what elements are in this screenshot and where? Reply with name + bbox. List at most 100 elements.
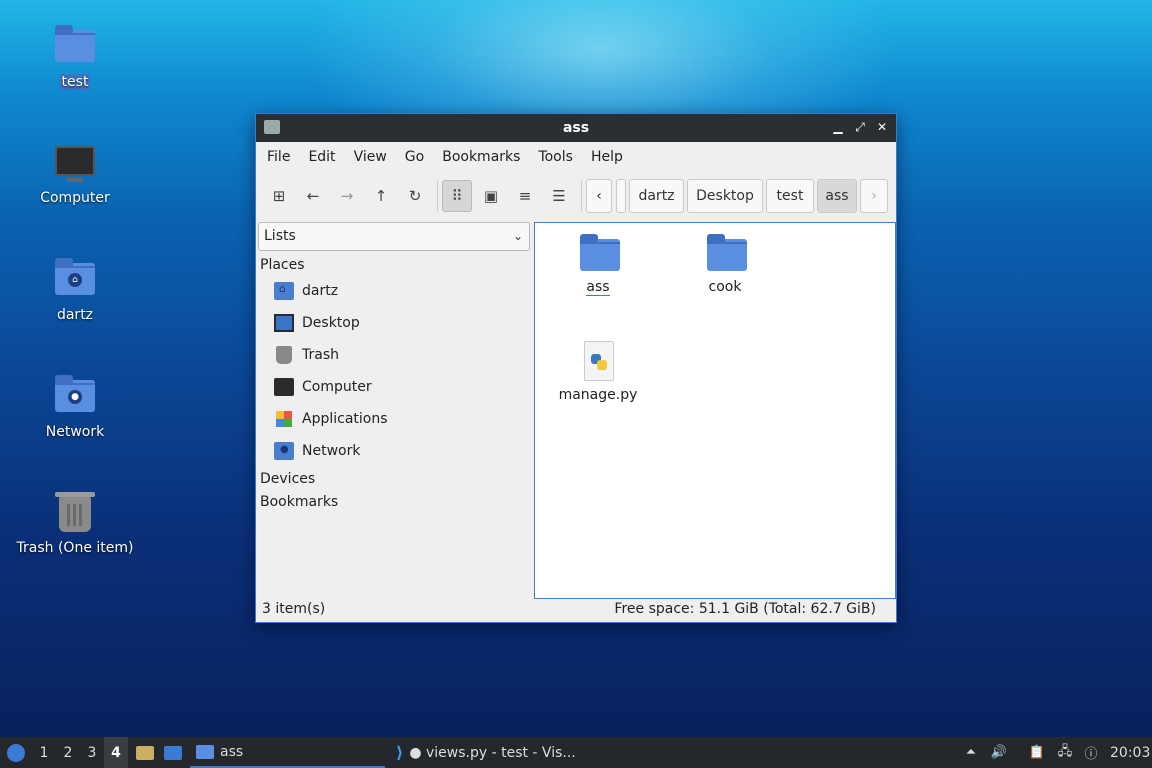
task-button-ass[interactable]: ass <box>190 737 385 768</box>
title-bar[interactable]: ass ▁ ⤢ ✕ <box>256 114 896 142</box>
desktop-icon-label: Trash (One item) <box>16 540 134 556</box>
sidebar-item-label: Computer <box>302 379 372 395</box>
home-folder-icon: ⌂ <box>51 255 99 303</box>
python-file-icon <box>576 339 620 383</box>
status-bar: 3 item(s) Free space: 51.1 GiB (Total: 6… <box>256 598 896 622</box>
sidebar-item-applications[interactable]: Applications <box>258 403 530 435</box>
sidebar-item-desktop[interactable]: Desktop <box>258 307 530 339</box>
sidebar-item-computer[interactable]: Computer <box>258 371 530 403</box>
file-view[interactable]: ass cook manage.py <box>534 222 896 599</box>
file-manager-launcher-icon <box>136 745 154 760</box>
task-label: ● views.py - test - Vis... <box>409 744 576 761</box>
sidebar-item-dartz[interactable]: dartz <box>258 275 530 307</box>
menu-file[interactable]: File <box>260 149 297 165</box>
workspace-4[interactable]: 4 <box>104 737 128 768</box>
reload-icon[interactable]: ↻ <box>400 180 430 212</box>
folder-icon <box>576 231 620 275</box>
file-manager-window: ass ▁ ⤢ ✕ File Edit View Go Bookmarks To… <box>255 113 897 623</box>
sidebar-item-label: Trash <box>302 347 339 363</box>
sidebar-item-network[interactable]: Network <box>258 435 530 467</box>
thumbnail-view-icon[interactable]: ▣ <box>476 180 506 212</box>
network-tray-icon[interactable]: 🖧 <box>1056 737 1074 768</box>
menu-go[interactable]: Go <box>398 149 431 165</box>
sidebar: Lists ⌄ Places dartz Desktop Trash Compu… <box>258 222 530 598</box>
toolbar-separator <box>437 180 438 212</box>
menu-edit[interactable]: Edit <box>301 149 342 165</box>
applications-icon <box>276 411 292 427</box>
menu-bookmarks[interactable]: Bookmarks <box>435 149 527 165</box>
file-item-ass[interactable]: ass <box>543 231 653 296</box>
breadcrumb-next-button[interactable]: › <box>860 179 888 213</box>
desktop-icon-test[interactable]: test <box>10 22 140 90</box>
task-label: ass <box>220 743 244 760</box>
home-folder-icon <box>274 282 294 300</box>
breadcrumb-prev-button[interactable]: ‹ <box>586 179 612 213</box>
icon-view-icon[interactable]: ⠿ <box>442 180 472 212</box>
chevron-down-icon: ⌄ <box>512 229 523 243</box>
sidebar-item-label: Desktop <box>302 315 360 331</box>
new-tab-icon[interactable]: ⊞ <box>264 180 294 212</box>
volume-icon[interactable]: 🔊 <box>990 737 1008 768</box>
toolbar: ⊞ ← → ↑ ↻ ⠿ ▣ ≡ ☰ ‹ dartz Desktop test a… <box>256 172 896 218</box>
file-item-manage-py[interactable]: manage.py <box>543 339 653 403</box>
menu-help[interactable]: Help <box>584 149 630 165</box>
side-pane-mode-select[interactable]: Lists ⌄ <box>258 222 530 251</box>
computer-icon <box>274 378 294 396</box>
places-header[interactable]: Places <box>258 257 530 275</box>
tray-up-icon[interactable]: ⏶ <box>962 737 980 768</box>
toolbar-separator <box>581 180 582 212</box>
workspace-2[interactable]: 2 <box>56 737 80 768</box>
close-button[interactable]: ✕ <box>874 119 890 135</box>
maximize-button[interactable]: ⤢ <box>852 119 868 135</box>
sidebar-item-trash[interactable]: Trash <box>258 339 530 371</box>
taskbar: 1 2 3 4 ass ⟩ ● views.py - test - Vis...… <box>0 737 1152 768</box>
devices-header[interactable]: Devices <box>258 471 530 489</box>
desktop-icon-network[interactable]: ● Network <box>10 372 140 440</box>
desktop-icon-dartz[interactable]: ⌂ dartz <box>10 255 140 323</box>
breadcrumb-ass[interactable]: ass <box>817 179 857 213</box>
desktop-icon-trash[interactable]: Trash (One item) <box>10 488 140 556</box>
trash-icon <box>51 488 99 536</box>
back-arrow-icon[interactable]: ← <box>298 180 328 212</box>
side-pane-mode-value: Lists <box>264 228 296 244</box>
menu-tools[interactable]: Tools <box>531 149 580 165</box>
start-menu-button[interactable] <box>4 737 28 768</box>
forward-arrow-icon[interactable]: → <box>332 180 362 212</box>
desktop-icon-computer[interactable]: Computer <box>10 138 140 206</box>
network-folder-icon: ● <box>51 372 99 420</box>
network-folder-icon <box>274 442 294 460</box>
menu-bar: File Edit View Go Bookmarks Tools Help <box>256 142 896 172</box>
folder-icon <box>51 22 99 70</box>
breadcrumb-overflow[interactable] <box>616 179 626 213</box>
update-notification-icon[interactable]: ⓘ <box>1082 737 1100 768</box>
bookmarks-header[interactable]: Bookmarks <box>258 494 530 512</box>
sidebar-item-label: Applications <box>302 411 388 427</box>
app-menu-icon <box>7 743 25 762</box>
detailed-list-view-icon[interactable]: ☰ <box>544 180 574 212</box>
show-desktop-button[interactable] <box>134 737 156 768</box>
workspace-1[interactable]: 1 <box>32 737 56 768</box>
breadcrumb-dartz[interactable]: dartz <box>629 179 684 213</box>
workspace-3[interactable]: 3 <box>80 737 104 768</box>
trash-icon <box>276 346 292 364</box>
breadcrumb-desktop[interactable]: Desktop <box>687 179 763 213</box>
clock[interactable]: 20:03 <box>1110 737 1150 768</box>
file-item-cook[interactable]: cook <box>670 231 780 295</box>
menu-view[interactable]: View <box>347 149 394 165</box>
compact-view-icon[interactable]: ≡ <box>510 180 540 212</box>
task-button-vscode[interactable]: ⟩ ● views.py - test - Vis... <box>390 737 590 768</box>
desktop-icon-label: test <box>59 74 91 90</box>
breadcrumb-test[interactable]: test <box>766 179 814 213</box>
sidebar-item-label: dartz <box>302 283 339 299</box>
computer-icon <box>51 138 99 186</box>
clipboard-icon[interactable]: 📋 <box>1028 737 1046 768</box>
vscode-icon: ⟩ <box>396 743 404 762</box>
desktop-icon <box>274 314 294 332</box>
desktop-launcher-button[interactable] <box>162 737 184 768</box>
minimize-button[interactable]: ▁ <box>830 119 846 135</box>
up-arrow-icon[interactable]: ↑ <box>366 180 396 212</box>
desktop-icon-label: Computer <box>40 190 110 206</box>
desktop-icon-label: Network <box>45 424 105 440</box>
file-name: manage.py <box>558 387 638 403</box>
window-title: ass <box>562 120 590 136</box>
